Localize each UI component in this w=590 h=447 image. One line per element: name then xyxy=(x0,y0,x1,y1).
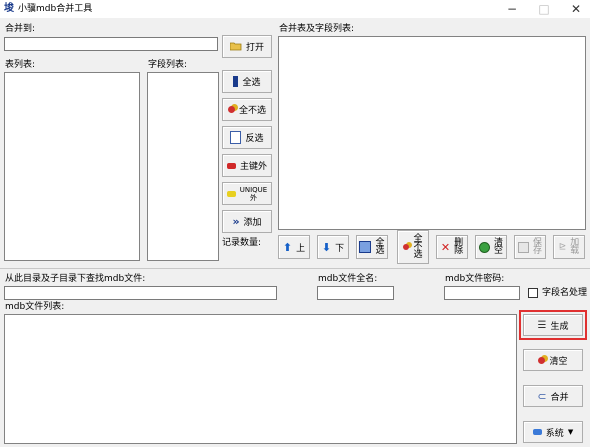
merge-to-label: 合并到: xyxy=(5,24,36,34)
merge-button[interactable]: ⊂ 合并 xyxy=(523,385,583,407)
red-key-icon xyxy=(226,162,236,169)
yellow-key-icon xyxy=(226,190,236,197)
folder-open-icon xyxy=(229,42,242,51)
generate-button[interactable]: ☰ 生成 xyxy=(523,314,583,336)
save-button[interactable]: 保存 xyxy=(514,235,546,259)
mdb-fullname-label: mdb文件全名: xyxy=(318,274,378,284)
invert-icon xyxy=(230,131,242,144)
delete-button[interactable]: ✕ 删除 xyxy=(436,235,468,259)
table-list-label: 表列表: xyxy=(5,60,36,70)
mdb-file-listbox[interactable] xyxy=(4,314,517,444)
select-all-button[interactable]: 全选 xyxy=(222,70,272,93)
search-dir-label: 从此目录及子目录下查找mdb文件: xyxy=(5,274,146,284)
select-all-grid-icon xyxy=(359,241,372,253)
table-listbox[interactable] xyxy=(4,72,140,261)
exclude-primary-key-button[interactable]: 主键外 xyxy=(222,154,272,177)
move-up-button[interactable]: ⬆ 上 xyxy=(278,235,310,259)
load-folder-icon: ⊵ xyxy=(558,242,567,252)
save-disk-icon xyxy=(517,241,529,253)
list-select-none-button[interactable]: 全不选 xyxy=(397,230,429,264)
mdb-password-input[interactable] xyxy=(444,286,520,300)
merge-to-input[interactable] xyxy=(4,37,218,51)
mdb-fullname-input[interactable] xyxy=(317,286,394,300)
field-name-proc-label: 字段名处理 xyxy=(542,288,588,298)
system-menu-button[interactable]: 系统 ▼ xyxy=(523,421,583,443)
divider xyxy=(0,268,590,269)
arrow-up-icon: ⬆ xyxy=(282,240,293,254)
arrow-down-icon: ⬇ xyxy=(321,240,332,254)
list-clear-button[interactable]: 清空 xyxy=(475,235,507,259)
clear-icon xyxy=(538,356,546,364)
system-icon xyxy=(532,429,542,435)
dropdown-arrow-icon: ▼ xyxy=(567,428,574,436)
mdb-password-label: mdb文件密码: xyxy=(445,274,505,284)
clear-icon xyxy=(478,241,490,253)
load-button[interactable]: ⊵ 加载 xyxy=(553,235,585,259)
list-select-all-button[interactable]: 全选 xyxy=(356,235,388,259)
maximize-button[interactable]: □ xyxy=(528,0,560,18)
field-listbox[interactable] xyxy=(147,72,219,261)
move-down-button[interactable]: ⬇ 下 xyxy=(317,235,349,259)
exclude-unique-button[interactable]: UNIQUE 外 xyxy=(222,182,272,205)
window-title: 小骥mdb合并工具 xyxy=(18,4,93,14)
select-all-icon xyxy=(233,76,239,87)
merged-list-label: 合并表及字段列表: xyxy=(279,24,355,34)
search-dir-input[interactable] xyxy=(4,286,277,300)
double-chevron-right-icon: » xyxy=(232,215,240,228)
clear-button[interactable]: 清空 xyxy=(523,349,583,371)
record-count-label: 记录数量: xyxy=(222,238,262,248)
invert-selection-button[interactable]: 反选 xyxy=(222,126,272,149)
list-icon: ☰ xyxy=(537,319,547,331)
merged-listbox[interactable] xyxy=(278,36,586,230)
deselect-icon xyxy=(227,106,235,113)
mdb-files-label: mdb文件列表: xyxy=(5,302,65,312)
minimize-button[interactable]: − xyxy=(496,0,528,18)
paperclip-icon: ⊂ xyxy=(537,389,547,403)
select-none-button[interactable]: 全不选 xyxy=(222,98,272,121)
deselect-icon xyxy=(403,244,410,250)
close-button[interactable]: ✕ xyxy=(560,0,590,18)
app-icon: 埈 xyxy=(4,3,14,14)
field-name-checkbox[interactable] xyxy=(528,288,538,298)
delete-x-icon: ✕ xyxy=(440,240,451,254)
add-button[interactable]: » 添加 xyxy=(222,210,272,233)
open-button[interactable]: 打开 xyxy=(222,35,272,58)
field-list-label: 字段列表: xyxy=(148,60,188,70)
